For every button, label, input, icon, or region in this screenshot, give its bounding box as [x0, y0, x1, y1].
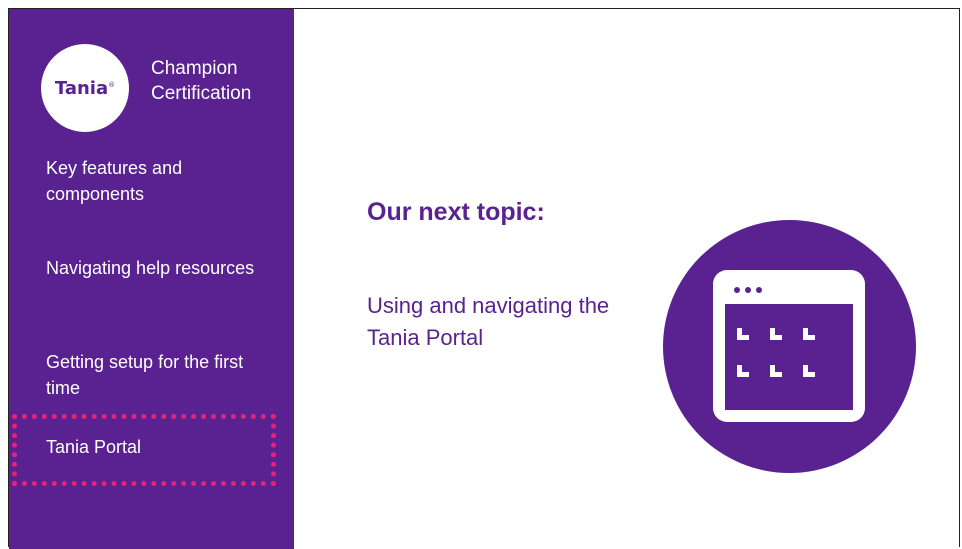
topic-heading: Our next topic: [367, 198, 545, 226]
portal-window-icon [663, 220, 916, 473]
sidebar-item-help-resources[interactable]: Navigating help resources [46, 255, 266, 281]
sidebar: Tania® Champion Certification Key featur… [9, 9, 294, 549]
program-title: Champion Certification [151, 58, 252, 104]
logo-wordmark: Tania® [54, 77, 116, 99]
tania-logo: Tania® [41, 44, 129, 132]
sidebar-item-getting-setup[interactable]: Getting setup for the first time [46, 349, 266, 401]
sidebar-item-tania-portal[interactable]: Tania Portal [46, 434, 266, 460]
topic-description: Using and navigating the Tania Portal [367, 293, 610, 350]
sidebar-item-key-features[interactable]: Key features and components [46, 155, 266, 207]
